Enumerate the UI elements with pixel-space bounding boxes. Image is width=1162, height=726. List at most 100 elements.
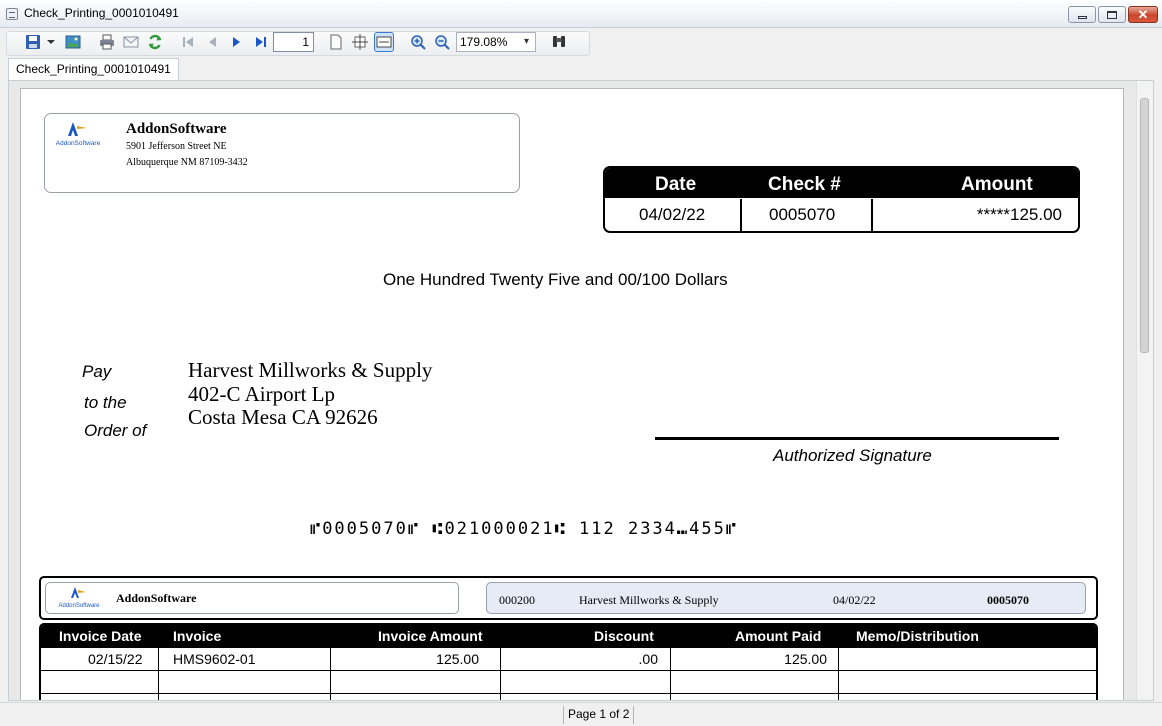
status-bar: Page 1 of 2: [0, 702, 1162, 726]
stub-logo-icon: AddonSoftware: [58, 587, 100, 609]
maximize-button[interactable]: [1098, 6, 1126, 23]
logo-icon: AddonSoftware: [56, 122, 101, 147]
last-page-button[interactable]: [251, 32, 271, 52]
stub-check-number: 0005070: [987, 593, 1029, 607]
page-width-button[interactable]: [374, 32, 394, 52]
save-button[interactable]: [23, 32, 43, 52]
column-discount: Discount: [594, 628, 654, 644]
pay-label: Pay: [82, 362, 112, 381]
order-of-label: Order of: [84, 421, 147, 440]
stub-company: AddonSoftware AddonSoftware: [45, 582, 459, 614]
minimize-icon: [1077, 16, 1087, 19]
check-info-table: Date Check # Amount 04/02/22 0005070 ***…: [603, 166, 1080, 233]
stub-logo-text: AddonSoftware: [58, 603, 100, 609]
email-button[interactable]: [121, 32, 141, 52]
stub-vendor-code: 000200: [499, 593, 535, 607]
fit-page-icon: [352, 34, 368, 50]
first-page-icon: [183, 37, 193, 47]
minimize-button[interactable]: [1068, 6, 1096, 23]
export-image-icon: [65, 35, 81, 49]
prev-page-icon: [209, 37, 216, 47]
column-invoice: Invoice: [173, 628, 222, 644]
invoice-table-header: Invoice Date Invoice Invoice Amount Disc…: [41, 625, 1096, 647]
export-image-button[interactable]: [63, 32, 83, 52]
cell-invoice-date: 02/15/22: [88, 651, 143, 667]
to-the-label: to the: [84, 393, 127, 412]
company-city: Albuquerque NM 87109-3432: [126, 157, 248, 168]
save-dropdown-button[interactable]: [45, 32, 57, 52]
zoom-value: 179.08%: [460, 35, 508, 49]
close-button[interactable]: ✕: [1128, 6, 1158, 23]
zoom-select[interactable]: 179.08% ▾: [456, 32, 536, 52]
tab-check-printing[interactable]: Check_Printing_0001010491: [8, 58, 179, 80]
prev-page-button[interactable]: [202, 32, 222, 52]
report-viewport[interactable]: AddonSoftware AddonSoftware 5901 Jeffers…: [8, 80, 1154, 701]
zoom-in-icon: [411, 35, 426, 50]
last-page-icon: [256, 37, 266, 47]
stub-date: 04/02/22: [833, 593, 876, 607]
company-street: 5901 Jefferson Street NE: [126, 141, 227, 152]
payee-city: Costa Mesa CA 92626: [188, 405, 378, 429]
signature-label: Authorized Signature: [773, 446, 932, 465]
date-header: Date: [655, 174, 697, 195]
cell-amount-paid: 125.00: [784, 651, 827, 667]
column-invoice-date: Invoice Date: [59, 628, 142, 644]
window-title: Check_Printing_0001010491: [24, 6, 179, 20]
page-width-icon: [376, 36, 392, 48]
stub-details: 000200 Harvest Millworks & Supply 04/02/…: [486, 582, 1086, 614]
page-number-input[interactable]: [273, 32, 314, 52]
maximize-icon: [1107, 10, 1117, 19]
zoom-out-icon: [435, 35, 450, 50]
column-invoice-amount: Invoice Amount: [378, 628, 483, 644]
tab-strip: Check_Printing_0001010491: [0, 58, 1162, 80]
table-row: [41, 693, 1096, 700]
toolbar: 179.08% ▾: [0, 28, 1162, 58]
print-button[interactable]: [97, 32, 117, 52]
column-amount-paid: Amount Paid: [735, 628, 822, 644]
app-icon[interactable]: [6, 8, 18, 20]
invoice-table: Invoice Date Invoice Invoice Amount Disc…: [39, 623, 1098, 700]
check-number: 0005070: [769, 205, 836, 224]
close-icon: ✕: [1137, 7, 1149, 22]
chevron-down-icon: ▾: [523, 36, 529, 47]
fit-page-button[interactable]: [350, 32, 370, 52]
cell-invoice-amount: 125.00: [436, 651, 479, 667]
amount-header: Amount: [961, 174, 1033, 195]
next-page-button[interactable]: [227, 32, 247, 52]
next-page-icon: [233, 37, 240, 47]
print-icon: [100, 34, 114, 50]
signature-line: [655, 437, 1059, 440]
refresh-button[interactable]: [145, 32, 165, 52]
zoom-in-button[interactable]: [408, 32, 428, 52]
check-info-values: 04/02/22 0005070 *****125.00: [605, 199, 1078, 231]
company-box: AddonSoftware AddonSoftware 5901 Jeffers…: [44, 113, 520, 193]
single-page-button[interactable]: [326, 32, 346, 52]
table-row: [41, 670, 1096, 693]
amount-in-words: One Hundred Twenty Five and 00/100 Dolla…: [383, 270, 728, 289]
check-stub: AddonSoftware AddonSoftware 000200 Harve…: [39, 576, 1098, 620]
stub-vendor-name: Harvest Millworks & Supply: [579, 593, 719, 607]
vertical-scrollbar[interactable]: [1136, 81, 1153, 700]
company-name: AddonSoftware: [126, 121, 227, 137]
payee-name: Harvest Millworks & Supply: [188, 358, 433, 382]
dropdown-icon: [47, 40, 55, 44]
payee-street: 402-C Airport Lp: [188, 382, 335, 406]
logo-text: AddonSoftware: [56, 140, 101, 147]
report-page: AddonSoftware AddonSoftware 5901 Jeffers…: [20, 88, 1124, 700]
find-button[interactable]: [549, 32, 569, 52]
cell-invoice: HMS9602-01: [173, 651, 256, 667]
micr-line: ⑈0005070⑈ ⑆021000021⑆ 112 2334⑉455⑈: [310, 519, 739, 539]
save-icon: [26, 35, 40, 49]
first-page-button[interactable]: [178, 32, 198, 52]
check-amount: *****125.00: [976, 205, 1062, 224]
column-memo: Memo/Distribution: [856, 628, 979, 644]
page-status: Page 1 of 2: [563, 706, 635, 724]
single-page-icon: [330, 34, 342, 50]
company-logo: AddonSoftware: [53, 120, 103, 150]
zoom-out-button[interactable]: [432, 32, 452, 52]
check-no-header: Check #: [768, 174, 841, 195]
scrollbar-thumb[interactable]: [1140, 98, 1149, 353]
title-bar: Check_Printing_0001010491 ✕: [0, 0, 1162, 28]
email-icon: [123, 36, 139, 48]
refresh-icon: [148, 34, 162, 50]
